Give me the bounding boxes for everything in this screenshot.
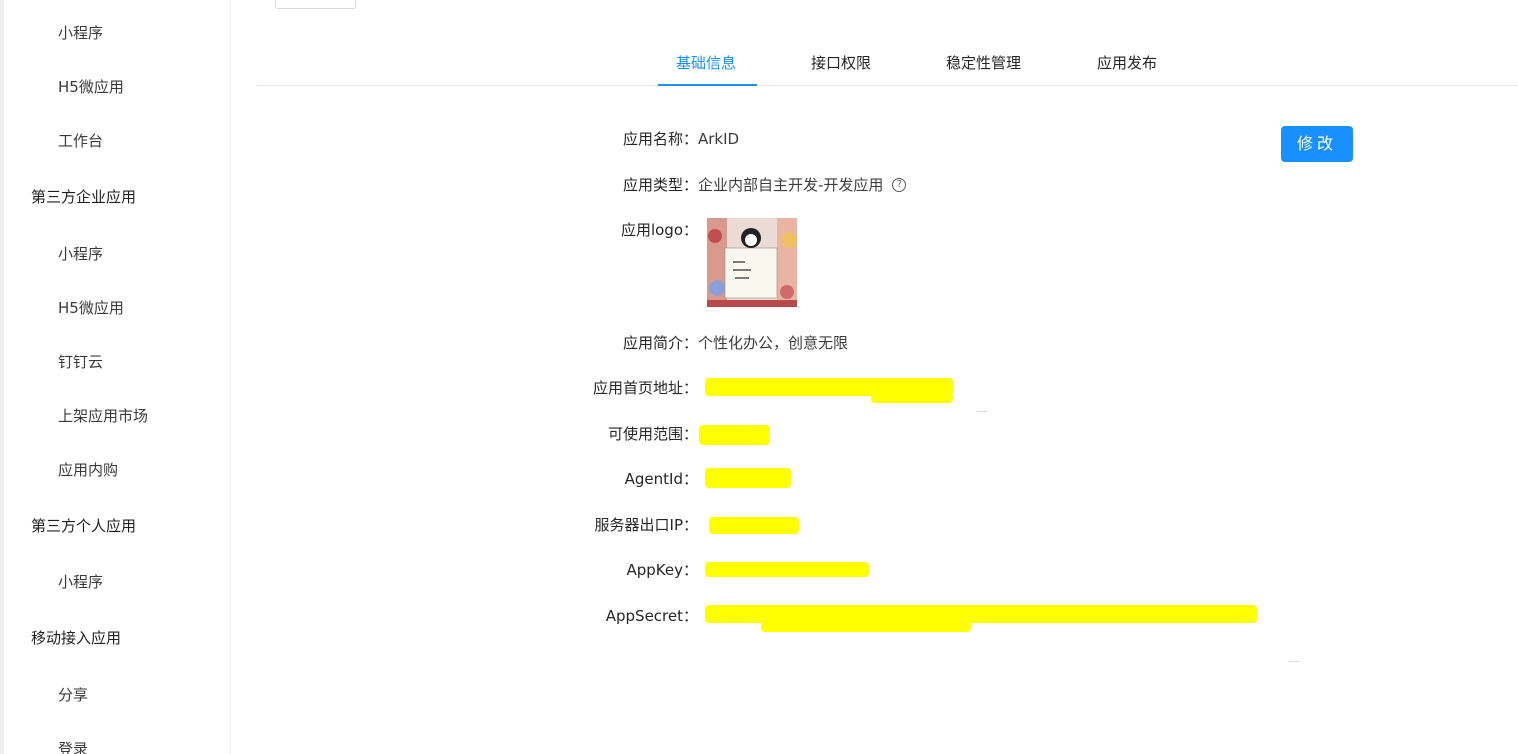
tab-api-permissions[interactable]: 接口权限 xyxy=(811,53,871,73)
tab-active-indicator xyxy=(658,84,757,86)
sidebar-item-share[interactable]: 分享 xyxy=(4,685,230,705)
edit-button[interactable]: 修改 xyxy=(1281,126,1353,162)
tab-basic-info[interactable]: 基础信息 xyxy=(676,53,736,73)
field-usage-scope: 可使用范围： xyxy=(561,423,698,445)
sidebar-item-miniprogram-3[interactable]: 小程序 xyxy=(4,572,230,592)
sidebar-item-in-app-purchase[interactable]: 应用内购 xyxy=(4,460,230,480)
redaction-app-key xyxy=(705,562,869,577)
field-label: 应用类型： xyxy=(622,176,698,194)
tab-bar: 基础信息 接口权限 稳定性管理 应用发布 xyxy=(257,44,1518,86)
sidebar-item-app-market[interactable]: 上架应用市场 xyxy=(4,406,230,426)
field-value: 企业内部自主开发-开发应用 xyxy=(698,176,884,194)
field-app-description: 应用简介：个性化办公，创意无限 xyxy=(561,332,848,354)
field-label: AppSecret： xyxy=(605,607,698,625)
field-app-name: 应用名称：ArkID xyxy=(561,128,739,150)
tab-stability[interactable]: 稳定性管理 xyxy=(946,53,1021,73)
field-label: AgentId： xyxy=(624,470,698,488)
field-homepage-url: 应用首页地址： xyxy=(561,377,698,399)
redaction-homepage-url-tail xyxy=(871,393,953,403)
field-server-ip: 服务器出口IP： xyxy=(561,514,698,536)
sidebar-item-h5-app-2[interactable]: H5微应用 xyxy=(4,298,230,318)
redaction-server-ip xyxy=(709,517,799,534)
app-detail-page: 小程序 H5微应用 工作台 第三方企业应用 小程序 H5微应用 钉钉云 上架应用… xyxy=(0,0,1518,754)
sidebar-nav: 小程序 H5微应用 工作台 第三方企业应用 小程序 H5微应用 钉钉云 上架应用… xyxy=(0,0,230,754)
redaction-usage-scope xyxy=(699,425,770,445)
question-circle-icon[interactable]: ? xyxy=(892,178,907,192)
sidebar-item-workbench[interactable]: 工作台 xyxy=(4,131,230,151)
field-label: 应用名称： xyxy=(622,130,698,148)
field-value: 个性化办公，创意无限 xyxy=(698,334,849,352)
field-app-key: AppKey： xyxy=(561,559,699,581)
tab-app-release[interactable]: 应用发布 xyxy=(1097,53,1157,73)
logo-illustration xyxy=(707,218,797,307)
sidebar-item-dingtalk-cloud[interactable]: 钉钉云 xyxy=(4,352,230,372)
stray-mark xyxy=(977,411,987,412)
back-button[interactable] xyxy=(275,0,356,9)
field-label: 应用logo： xyxy=(620,221,698,239)
field-label: 应用简介： xyxy=(622,334,698,352)
field-label: 可使用范围： xyxy=(607,425,698,443)
redaction-app-secret-lower xyxy=(761,618,971,632)
field-value: ArkID xyxy=(698,130,740,148)
sidebar-group-third-party-enterprise[interactable]: 第三方企业应用 xyxy=(4,187,230,207)
redaction-agent-id xyxy=(705,468,791,488)
field-app-secret: AppSecret： xyxy=(561,605,698,627)
field-app-logo: 应用logo： xyxy=(561,219,698,241)
sidebar-group-third-party-personal[interactable]: 第三方个人应用 xyxy=(4,516,230,536)
app-logo-image xyxy=(707,218,797,307)
field-label: 应用首页地址： xyxy=(592,379,698,397)
stray-mark xyxy=(1289,661,1299,662)
field-label: 服务器出口IP： xyxy=(594,516,698,534)
field-agent-id: AgentId： xyxy=(561,468,698,490)
field-app-type: 应用类型：企业内部自主开发-开发应用? xyxy=(561,174,907,196)
sidebar-item-login[interactable]: 登录 xyxy=(4,739,230,754)
field-label: AppKey： xyxy=(626,561,699,579)
main-content: 基础信息 接口权限 稳定性管理 应用发布 修改 应用名称：ArkID 应用类型：… xyxy=(230,0,1518,754)
sidebar-item-miniprogram[interactable]: 小程序 xyxy=(4,23,230,43)
sidebar-item-h5-app[interactable]: H5微应用 xyxy=(4,77,230,97)
sidebar-item-miniprogram-2[interactable]: 小程序 xyxy=(4,244,230,264)
sidebar-group-mobile-access[interactable]: 移动接入应用 xyxy=(4,628,230,648)
